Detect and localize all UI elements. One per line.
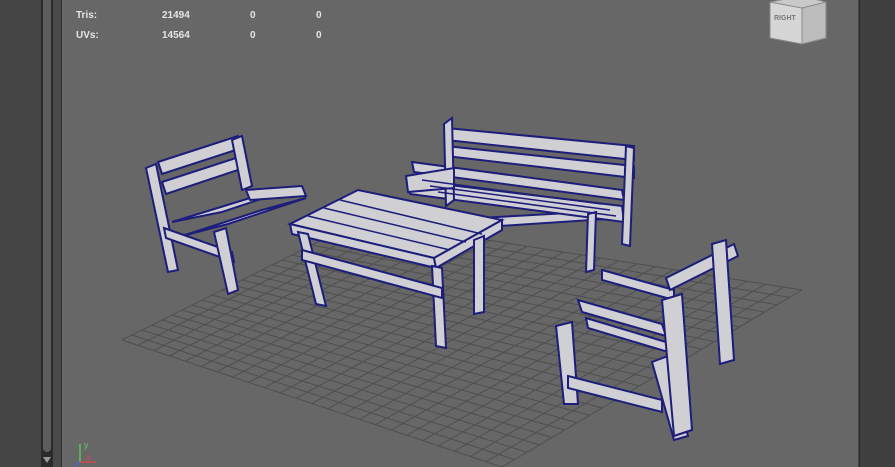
right-armchair-model[interactable] (554, 238, 740, 442)
hud-v2: 0 (250, 0, 256, 1)
hud-v1: 10565 (162, 0, 190, 1)
axis-gizmo-icon: y x (73, 440, 96, 467)
hud-label: Faces: (76, 0, 108, 1)
left-armchair-model[interactable] (144, 134, 308, 296)
axis-x-label: x (86, 452, 91, 462)
scroll-thumb[interactable] (43, 0, 51, 452)
hud-v2: 0 (250, 10, 256, 21)
3d-viewport[interactable]: Faces: 10565 0 0 Tris: 21494 0 0 UVs: 14564 0 0 RIG… (62, 0, 858, 467)
view-cube-face-label: RIGHT (774, 15, 797, 22)
hud-v3: 0 (316, 30, 322, 41)
view-cube-icon[interactable]: RIGHT (762, 0, 842, 48)
axis-y-label: y (84, 440, 89, 450)
hud-v2: 0 (250, 30, 256, 41)
hud-v3: 0 (316, 10, 322, 21)
grid-line (406, 272, 693, 436)
left-toolbar (0, 0, 40, 467)
scroll-down-arrow-icon[interactable] (43, 457, 51, 463)
hud-v3: 0 (316, 0, 322, 1)
grid-line (485, 286, 784, 463)
scene-canvas[interactable] (62, 0, 858, 467)
hud-v1: 21494 (162, 10, 190, 21)
hud-v1: 14564 (162, 30, 190, 41)
hud-label: Tris: (76, 10, 98, 21)
panel-divider (53, 0, 62, 467)
hud-label: UVs: (76, 30, 99, 41)
vertical-scrollbar[interactable] (41, 0, 53, 467)
right-panel (859, 0, 895, 467)
